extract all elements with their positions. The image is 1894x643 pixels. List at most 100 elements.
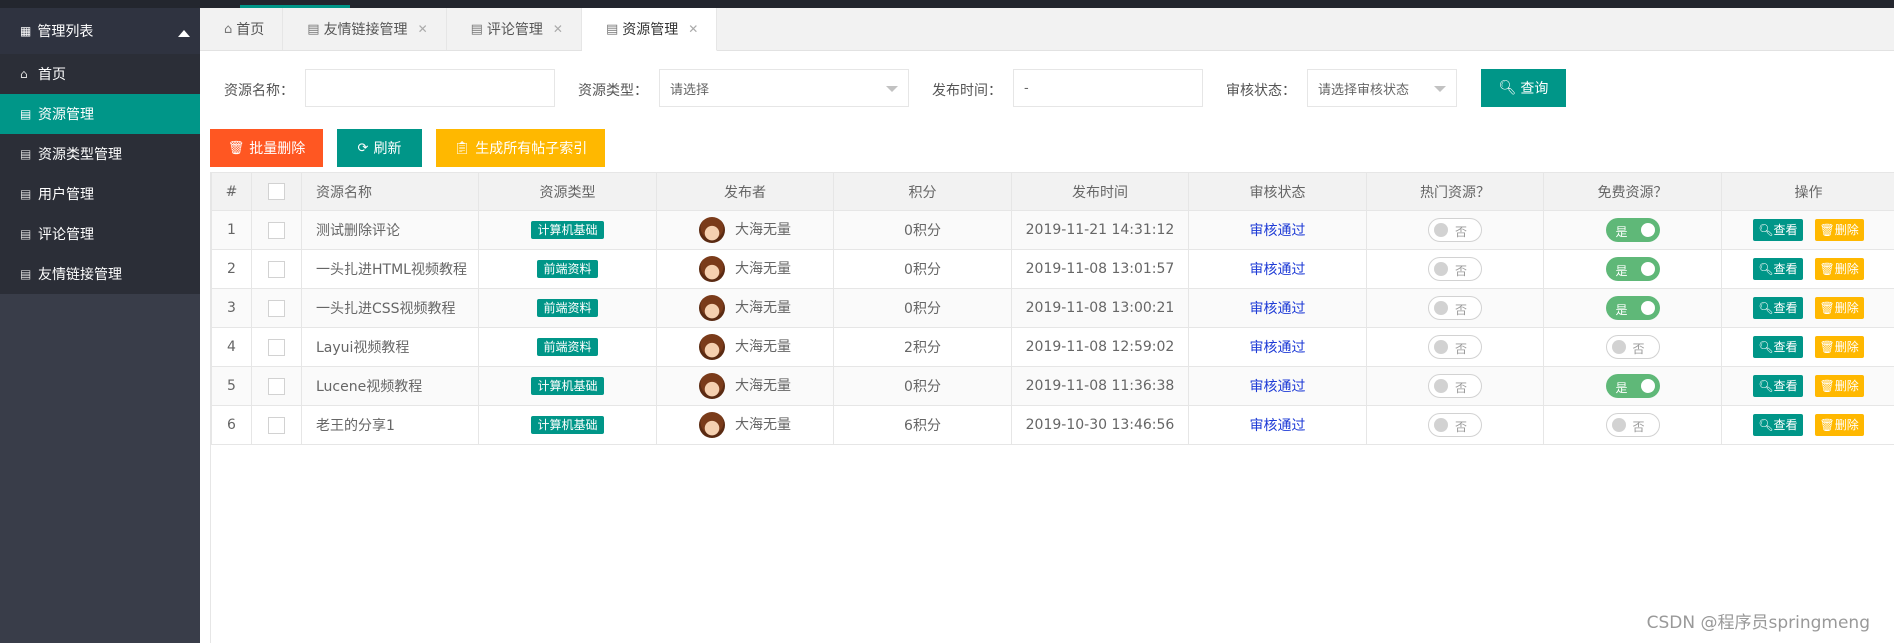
delete-button[interactable]: 🗑︎删除: [1814, 414, 1864, 436]
resource-name: Lucene视频教程: [301, 366, 479, 406]
toggle-knob: [1611, 340, 1626, 354]
hot-toggle[interactable]: 否: [1428, 257, 1482, 281]
delete-button[interactable]: 🗑︎删除: [1814, 258, 1864, 280]
toggle-label: 否: [1455, 420, 1468, 434]
hot-resource-cell: 否: [1366, 210, 1544, 250]
trash-icon: 🗑︎: [1819, 418, 1835, 432]
tab-1[interactable]: ▤ 友情链接管理 ✕: [283, 8, 447, 50]
publish-time-value: -: [1024, 80, 1029, 96]
view-button[interactable]: 🔍︎查看: [1753, 219, 1803, 241]
free-toggle[interactable]: 否: [1605, 335, 1660, 359]
resource-name: 老王的分享1: [301, 405, 479, 445]
column-header-2: 资源名称: [301, 172, 479, 211]
publisher-cell: 大海无量: [656, 249, 834, 289]
resource-name-input[interactable]: [316, 70, 554, 106]
hot-toggle[interactable]: 否: [1428, 335, 1482, 359]
close-icon[interactable]: ✕: [553, 22, 563, 36]
free-toggle[interactable]: 是: [1605, 218, 1660, 242]
sidebar-item-0[interactable]: ⌂ 首页: [0, 54, 200, 94]
search-icon: 🔍︎: [1758, 418, 1774, 432]
hot-resource-cell: 否: [1366, 288, 1544, 328]
caret-up-icon: [178, 30, 190, 37]
refresh-button[interactable]: ⟳ 刷新: [337, 129, 422, 167]
points: 0积分: [833, 288, 1012, 328]
delete-button[interactable]: 🗑︎删除: [1814, 297, 1864, 319]
operations-cell: 🔍︎查看 🗑︎删除: [1721, 288, 1894, 328]
view-button[interactable]: 🔍︎查看: [1753, 414, 1803, 436]
search-form: 资源名称： 资源类型： 请选择 发布时间： - 审核状态： 请选择审核状态 🔍︎…: [200, 69, 1894, 107]
tab-2[interactable]: ▤ 评论管理 ✕: [447, 8, 582, 50]
free-resource-cell: 是: [1543, 249, 1722, 289]
toggle-knob: [1640, 301, 1655, 315]
avatar: [699, 295, 725, 321]
view-button[interactable]: 🔍︎查看: [1753, 258, 1803, 280]
toggle-label: 是: [1615, 303, 1628, 317]
tab-3[interactable]: ▤ 资源管理 ✕: [581, 8, 718, 51]
column-header-6: 发布时间: [1011, 172, 1189, 211]
free-toggle[interactable]: 是: [1605, 257, 1660, 281]
tab-0[interactable]: ⌂ 首页: [200, 8, 284, 50]
toggle-label: 否: [1455, 303, 1468, 317]
free-toggle[interactable]: 是: [1605, 296, 1660, 320]
free-resource-cell: 是: [1543, 366, 1722, 406]
hot-resource-cell: 否: [1366, 366, 1544, 406]
publish-time-field[interactable]: -: [1013, 69, 1203, 107]
generate-index-button[interactable]: 📋︎ 生成所有帖子索引: [436, 129, 605, 167]
column-header-1[interactable]: [251, 172, 302, 211]
search-icon: 🔍︎: [1758, 223, 1774, 237]
row-checkbox[interactable]: [268, 260, 285, 278]
clipboard-icon: ▤: [20, 227, 32, 241]
row-checkbox[interactable]: [268, 299, 285, 317]
audit-status-select[interactable]: 请选择审核状态: [1307, 69, 1457, 107]
sidebar-item-3[interactable]: ▤ 用户管理: [0, 174, 200, 214]
view-button[interactable]: 🔍︎查看: [1753, 336, 1803, 358]
hot-toggle[interactable]: 否: [1428, 374, 1482, 398]
resource-name-field[interactable]: [305, 69, 555, 107]
close-icon[interactable]: ✕: [688, 22, 698, 36]
search-icon: 🔍︎: [1758, 340, 1774, 354]
batch-delete-button[interactable]: 🗑︎ 批量删除: [210, 129, 323, 167]
close-icon[interactable]: ✕: [418, 22, 428, 36]
sidebar-item-1[interactable]: ▤ 资源管理: [0, 94, 200, 134]
resource-type-badge: 计算机基础: [531, 221, 604, 239]
clipboard-icon: ▤: [20, 107, 32, 121]
table-body: 1 测试删除评论 计算机基础 大海无量 0积分 2019-11-21 14:31:12 审核…: [211, 210, 1894, 445]
operations-cell: 🔍︎查看 🗑︎删除: [1721, 210, 1894, 250]
publisher-name: 大海无量: [735, 339, 791, 355]
delete-button[interactable]: 🗑︎删除: [1814, 375, 1864, 397]
view-button[interactable]: 🔍︎查看: [1753, 297, 1803, 319]
free-resource-cell: 是: [1543, 210, 1722, 250]
delete-button[interactable]: 🗑︎删除: [1814, 336, 1864, 358]
free-toggle[interactable]: 否: [1605, 413, 1660, 437]
delete-button[interactable]: 🗑︎删除: [1814, 219, 1864, 241]
sidebar-item-5[interactable]: ▤ 友情链接管理: [0, 254, 200, 294]
table-row: 3 一头扎进CSS视频教程 前端资料 大海无量 0积分 2019-11-08 13:00:…: [211, 288, 1894, 328]
row-checkbox[interactable]: [268, 377, 285, 395]
column-header-4: 发布者: [656, 172, 834, 211]
toggle-knob: [1434, 418, 1448, 432]
view-button[interactable]: 🔍︎查看: [1753, 375, 1803, 397]
sidebar-item-4[interactable]: ▤ 评论管理: [0, 214, 200, 254]
sidebar-header[interactable]: ▦ 管理列表: [0, 8, 200, 54]
resource-type-cell: 计算机基础: [478, 405, 657, 445]
resource-type-select[interactable]: 请选择: [659, 69, 909, 107]
row-checkbox[interactable]: [268, 416, 285, 434]
select-all-checkbox[interactable]: [268, 183, 285, 200]
hot-toggle[interactable]: 否: [1428, 296, 1482, 320]
row-checkbox[interactable]: [268, 221, 285, 239]
audit-status-cell: 审核通过: [1188, 405, 1367, 445]
query-button[interactable]: 🔍︎ 查询: [1481, 69, 1566, 107]
row-number: 4: [211, 327, 252, 367]
sidebar-item-2[interactable]: ▤ 资源类型管理: [0, 134, 200, 174]
publisher-cell: 大海无量: [656, 366, 834, 406]
avatar: [699, 256, 725, 282]
toggle-label: 否: [1455, 381, 1468, 395]
refresh-icon: ⟳: [357, 140, 369, 156]
free-toggle[interactable]: 是: [1605, 374, 1660, 398]
audit-status: 审核通过: [1249, 223, 1306, 239]
row-checkbox[interactable]: [268, 338, 285, 356]
delete-label: 删除: [1834, 379, 1859, 393]
hot-toggle[interactable]: 否: [1428, 218, 1482, 242]
hot-toggle[interactable]: 否: [1428, 413, 1482, 437]
tab-label: 资源管理: [622, 22, 679, 38]
